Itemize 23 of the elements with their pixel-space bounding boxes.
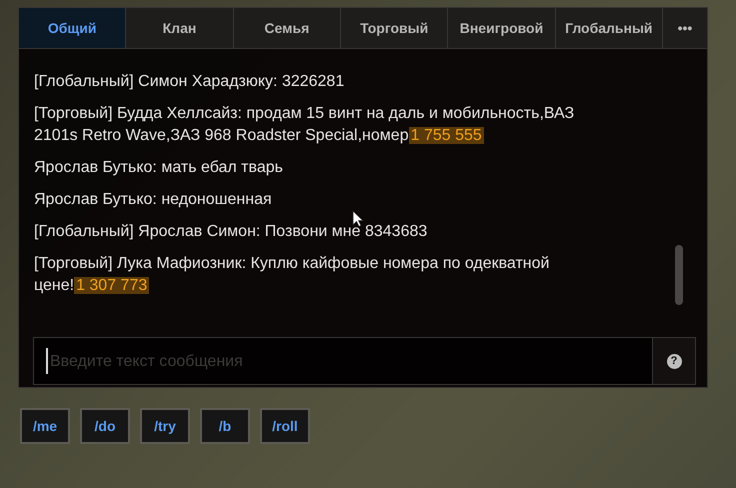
command-button[interactable]: /roll xyxy=(260,408,310,444)
message-input-field[interactable]: Введите текст сообщения xyxy=(46,348,652,374)
chat-message: Ярослав Бутько: мать ебал тварь xyxy=(34,158,283,178)
chat-tab[interactable]: Глобальный xyxy=(556,8,663,48)
chat-tab[interactable]: Общий xyxy=(19,8,126,48)
chat-tab[interactable]: Внеигровой xyxy=(448,8,556,48)
command-button[interactable]: /me xyxy=(20,408,70,444)
scrollbar[interactable] xyxy=(675,245,683,305)
chat-message: [Глобальный] Ярослав Симон: Позвони мне 8343683 xyxy=(34,222,428,242)
chat-message: [Торговый] Будда Хеллсайз: продам 15 винт на даль и мобильность,ВАЗ 2101s Retro Wave,ЗАЗ 968 Roadster Special,номер 1 755 555 xyxy=(34,104,576,146)
chat-tab[interactable]: Торговый xyxy=(340,8,448,48)
command-button[interactable]: /try xyxy=(140,408,190,444)
help-button[interactable]: ? xyxy=(652,338,695,384)
mouse-pointer-icon xyxy=(352,210,364,227)
chat-message: [Глобальный] Симон Харадзюку: 3226281 xyxy=(34,72,344,92)
chat-tab[interactable]: Семья xyxy=(234,8,341,48)
command-button[interactable]: /do xyxy=(80,408,130,444)
chat-message: [Торговый] Лука Мафиозник: Куплю кайфовые номера по одекватной цене!1 307 773 xyxy=(34,254,550,296)
chat-tab[interactable]: ••• xyxy=(662,8,707,48)
chat-tab[interactable]: Клан xyxy=(126,8,234,48)
command-button[interactable]: /b xyxy=(200,408,250,444)
chat-message: Ярослав Бутько: недоношенная xyxy=(34,190,272,210)
message-input-box[interactable]: Введите текст сообщения ? xyxy=(33,337,696,385)
